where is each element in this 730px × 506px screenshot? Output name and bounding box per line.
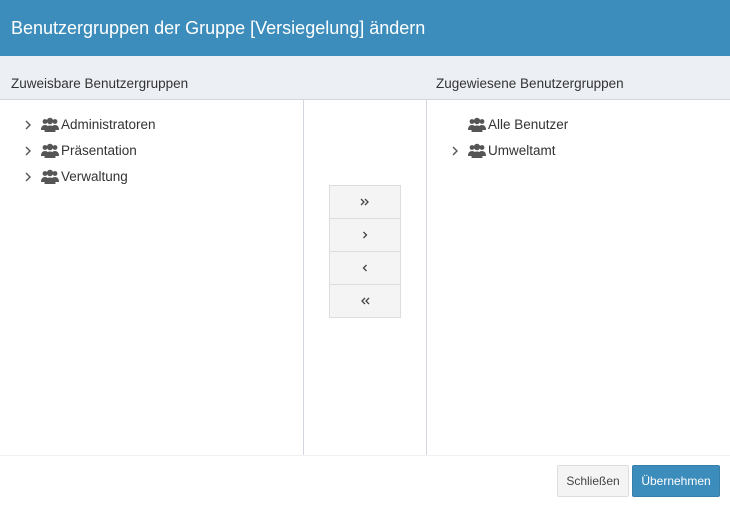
assigned-groups-tree: Alle Benutzer Umweltamt — [427, 100, 730, 164]
dialog-title: Benutzergruppen der Gruppe [Versiegelung… — [0, 0, 730, 56]
chevron-left-icon — [362, 264, 367, 272]
tree-item-umweltamt[interactable]: Umweltamt — [447, 138, 730, 164]
add-selected-button[interactable] — [329, 218, 401, 252]
remove-selected-button[interactable] — [329, 251, 401, 285]
chevron-right-icon[interactable] — [20, 140, 36, 162]
chevron-right-icon[interactable] — [447, 140, 463, 162]
chevron-right-icon — [363, 231, 368, 239]
available-groups-header: Zuweisbare Benutzergruppen — [11, 76, 189, 91]
edit-user-groups-dialog: Benutzergruppen der Gruppe [Versiegelung… — [0, 0, 730, 506]
assigned-groups-panel: Alle Benutzer Umweltamt — [427, 100, 730, 455]
add-all-button[interactable] — [329, 185, 401, 219]
tree-item-verwaltung[interactable]: Verwaltung — [20, 164, 303, 190]
tree-item-label[interactable]: Verwaltung — [61, 166, 128, 188]
tree-item-praesentation[interactable]: Präsentation — [20, 138, 303, 164]
transfer-panel — [304, 100, 427, 455]
assigned-groups-header: Zugewiesene Benutzergruppen — [436, 76, 624, 91]
tree-item-label[interactable]: Präsentation — [61, 140, 137, 162]
close-button[interactable]: Schließen — [557, 465, 629, 497]
users-icon — [468, 143, 486, 159]
users-icon — [41, 169, 59, 185]
users-icon — [41, 143, 59, 159]
users-icon — [41, 117, 59, 133]
tree-item-label[interactable]: Administratoren — [61, 114, 156, 136]
dialog-footer: Schließen Übernehmen — [0, 455, 730, 506]
tree-item-label[interactable]: Alle Benutzer — [488, 114, 568, 136]
tree-item-alle-benutzer[interactable]: Alle Benutzer — [447, 112, 730, 138]
tree-toggle-placeholder — [447, 114, 463, 136]
tree-item-label[interactable]: Umweltamt — [488, 140, 556, 162]
chevron-right-icon[interactable] — [20, 166, 36, 188]
available-groups-panel: Administratoren Präsentation Verwaltung — [0, 100, 304, 455]
apply-button[interactable]: Übernehmen — [632, 465, 720, 497]
remove-all-button[interactable] — [329, 284, 401, 318]
transfer-button-group — [329, 185, 401, 318]
double-chevron-left-icon — [361, 297, 370, 305]
double-chevron-right-icon — [360, 198, 369, 206]
tree-item-administratoren[interactable]: Administratoren — [20, 112, 303, 138]
available-groups-tree: Administratoren Präsentation Verwaltung — [0, 100, 303, 190]
chevron-right-icon[interactable] — [20, 114, 36, 136]
column-header-row: Zuweisbare Benutzergruppen Zugewiesene B… — [0, 56, 730, 100]
users-icon — [468, 117, 486, 133]
